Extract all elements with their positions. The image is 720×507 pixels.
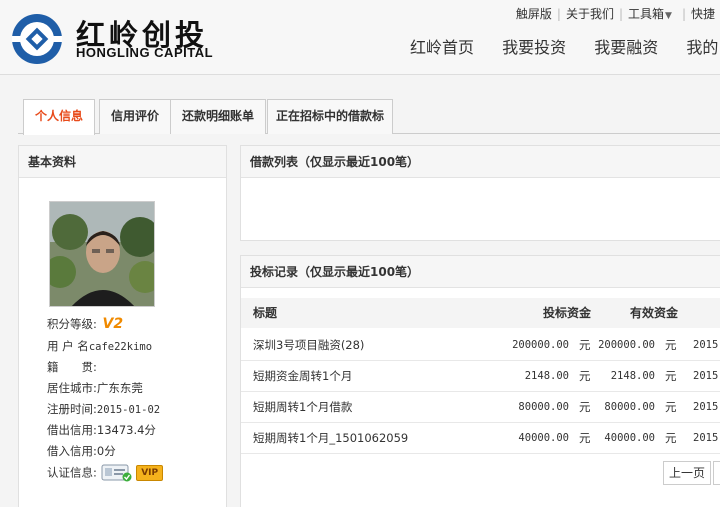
bid-date: 2015- xyxy=(693,370,720,382)
bid-date: 2015- xyxy=(693,432,720,444)
reg-date-value: 2015-01-02 xyxy=(96,404,161,416)
bid-effective-unit: 元 xyxy=(665,338,677,352)
nav-my-account[interactable]: 我的 xyxy=(686,38,718,57)
next-page-button[interactable] xyxy=(713,461,720,485)
loan-list-panel: 借款列表（仅显示最近100笔） xyxy=(240,145,720,241)
site-header: 红岭创投 HONGLING CAPITAL 触屏版 | 关于我们 | 工具箱▼ | 快捷 红… xyxy=(0,0,720,75)
bid-title-link[interactable]: 短期周转1个月借款 xyxy=(253,392,352,422)
bid-amount: 80000.00 xyxy=(518,401,569,413)
vip-badge-icon[interactable]: VIP xyxy=(136,465,164,481)
username-value: cafe22kimo xyxy=(88,341,153,353)
brand-name-en: HONGLING CAPITAL xyxy=(76,45,214,60)
bid-title-link[interactable]: 短期资金周转1个月 xyxy=(253,361,352,391)
cert-row: 认证信息: VIP xyxy=(47,464,164,482)
bid-amount-unit: 元 xyxy=(579,431,591,445)
prev-page-button[interactable]: 上一页 xyxy=(663,461,711,485)
bid-amount: 2148.00 xyxy=(524,370,569,382)
profile-tabs: 个人信息 信用评价 还款明细账单 正在招标中的借款标 xyxy=(18,99,720,135)
bid-date: 2015- xyxy=(693,401,720,413)
toolbox-label: 工具箱 xyxy=(628,7,665,21)
caret-down-icon: ▼ xyxy=(665,11,672,21)
bid-effective: 40000.00 xyxy=(604,432,655,444)
top-links: 触屏版 | 关于我们 | 工具箱▼ | 快捷 xyxy=(511,5,720,22)
col-title: 标题 xyxy=(253,306,278,320)
out-credit-label: 借出信用: xyxy=(47,423,97,437)
bid-amount: 40000.00 xyxy=(518,432,569,444)
nav-finance[interactable]: 我要融资 xyxy=(594,38,658,57)
avatar-photo xyxy=(50,202,154,306)
city-value: 广东东莞 xyxy=(96,381,143,395)
bid-effective: 200000.00 xyxy=(598,339,655,351)
level-label: 积分等级: xyxy=(47,317,97,331)
col-effective: 有效资金 xyxy=(630,306,679,320)
city-row: 居住城市:广东东莞 xyxy=(47,380,143,396)
quick-link[interactable]: 快捷 xyxy=(686,7,720,21)
level-row: 积分等级: V2 xyxy=(47,316,123,332)
bid-title-link[interactable]: 短期周转1个月_1501062059 xyxy=(253,423,408,453)
bid-date: 2015- xyxy=(693,339,720,351)
touch-version-link[interactable]: 触屏版 xyxy=(511,7,557,21)
id-card-icon[interactable] xyxy=(101,464,133,482)
username-row: 用 户 名cafe22kimo xyxy=(47,338,152,354)
origin-label: 籍 贯: xyxy=(47,360,97,374)
tab-personal-info[interactable]: 个人信息 xyxy=(23,99,95,135)
tab-credit-rating[interactable]: 信用评价 xyxy=(99,99,171,134)
loan-list-title: 借款列表（仅显示最近100笔） xyxy=(241,146,720,178)
avatar[interactable] xyxy=(49,201,155,307)
profile-panel: 基本资料 积分等级: V2 用 户 名cafe22kimo 籍 贯: 居住城市:… xyxy=(18,145,227,507)
in-credit-value: 0分 xyxy=(96,444,116,458)
in-credit-label: 借入信用: xyxy=(47,444,97,458)
bid-records-title: 投标记录（仅显示最近100笔） xyxy=(241,256,720,288)
bid-effective: 80000.00 xyxy=(604,401,655,413)
out-credit-row: 借出信用:13473.4分 xyxy=(47,422,156,438)
reg-date-row: 注册时间:2015-01-02 xyxy=(47,401,160,417)
tab-repayment-details[interactable]: 还款明细账单 xyxy=(170,99,266,134)
table-row: 短期资金周转1个月 2148.00 元 2148.00 元 2015- xyxy=(241,361,720,392)
bid-effective-unit: 元 xyxy=(665,400,677,414)
profile-panel-title: 基本资料 xyxy=(19,146,226,178)
bid-effective-unit: 元 xyxy=(665,369,677,383)
nav-invest[interactable]: 我要投资 xyxy=(502,38,566,57)
bid-title-link[interactable]: 深圳3号项目融资(28) xyxy=(253,330,364,360)
city-label: 居住城市: xyxy=(47,381,97,395)
bid-amount: 200000.00 xyxy=(512,339,569,351)
col-amount: 投标资金 xyxy=(543,306,592,320)
table-row: 深圳3号项目融资(28) 200000.00 元 200000.00 元 201… xyxy=(241,330,720,361)
origin-row: 籍 贯: xyxy=(47,359,97,375)
toolbox-menu[interactable]: 工具箱▼ xyxy=(623,7,682,21)
bid-records-panel: 投标记录（仅显示最近100笔） 标题 投标资金 有效资金 深圳3号项目融资(28… xyxy=(240,255,720,507)
about-us-link[interactable]: 关于我们 xyxy=(561,7,619,21)
nav-home[interactable]: 红岭首页 xyxy=(410,38,474,57)
bid-effective-unit: 元 xyxy=(665,431,677,445)
main-nav: 红岭首页 我要投资 我要融资 我的 xyxy=(410,34,720,58)
hongling-logo-icon[interactable] xyxy=(10,12,64,66)
level-badge: V2 xyxy=(102,316,124,332)
table-row: 短期周转1个月借款 80000.00 元 80000.00 元 2015- xyxy=(241,392,720,423)
cert-label: 认证信息: xyxy=(47,465,97,480)
table-row: 短期周转1个月_1501062059 40000.00 元 40000.00 元… xyxy=(241,423,720,454)
bid-effective: 2148.00 xyxy=(610,370,655,382)
username-label: 用 户 名 xyxy=(47,339,89,353)
tab-bidding-loans[interactable]: 正在招标中的借款标 xyxy=(267,99,393,134)
out-credit-value: 13473.4分 xyxy=(96,423,156,437)
bid-amount-unit: 元 xyxy=(579,369,591,383)
reg-date-label: 注册时间: xyxy=(47,402,97,416)
bid-amount-unit: 元 xyxy=(579,338,591,352)
in-credit-row: 借入信用:0分 xyxy=(47,443,116,459)
bid-amount-unit: 元 xyxy=(579,400,591,414)
bid-table-header: 标题 投标资金 有效资金 xyxy=(241,298,720,328)
